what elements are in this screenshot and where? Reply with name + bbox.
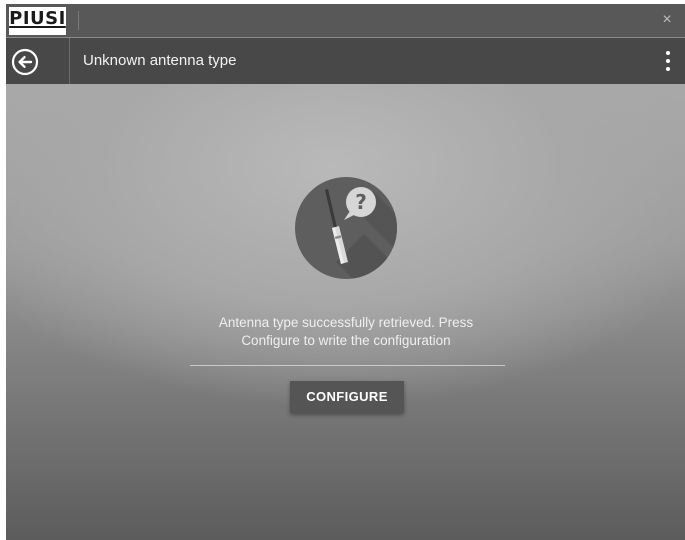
svg-text:?: ? [355, 190, 367, 214]
app-window: PIUSI × Unknown antenna type ? Antenna t… [6, 4, 685, 540]
window-titlebar: PIUSI × [6, 4, 685, 37]
configure-button[interactable]: CONFIGURE [290, 381, 404, 413]
brand-logo: PIUSI [9, 7, 66, 35]
brand-logo-text: PIUSI [9, 8, 66, 29]
back-button[interactable] [6, 38, 68, 84]
status-message-line1: Antenna type successfully retrieved. Pre… [218, 315, 474, 330]
titlebar-separator [78, 11, 79, 30]
more-vertical-button[interactable] [661, 49, 675, 73]
content-divider [190, 365, 505, 366]
app-header: Unknown antenna type [6, 38, 685, 84]
more-vertical-icon [666, 51, 670, 55]
more-vertical-icon-dot [666, 67, 670, 71]
page-title: Unknown antenna type [83, 52, 237, 69]
antenna-question-icon: ? [294, 176, 398, 280]
back-arrow-circle-icon [11, 48, 39, 76]
main-content: ? Antenna type successfully retrieved. P… [6, 84, 685, 540]
more-vertical-icon-dot [666, 59, 670, 63]
close-button[interactable]: × [657, 10, 677, 30]
status-message: Antenna type successfully retrieved. Pre… [156, 314, 536, 350]
header-separator [69, 38, 70, 84]
status-message-line2: Configure to write the configuration [241, 333, 451, 348]
